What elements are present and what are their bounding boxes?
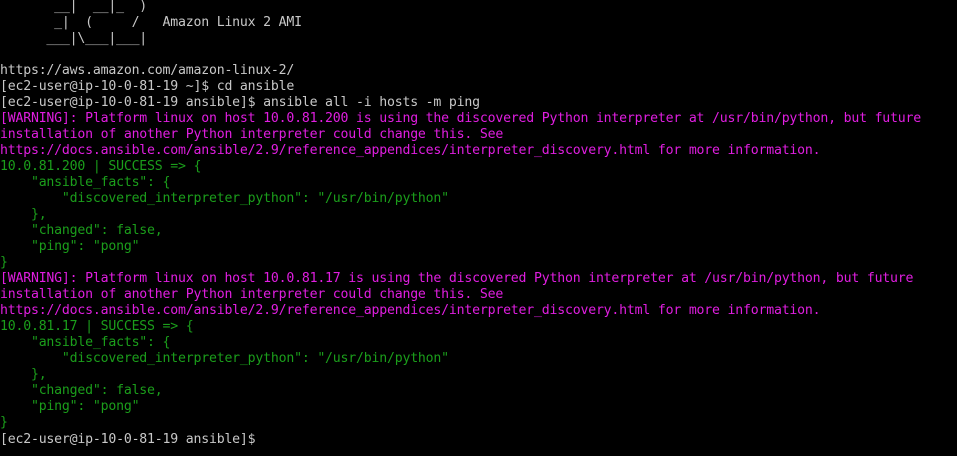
success-output-line: } [0, 415, 8, 430]
warning-line: https://docs.ansible.com/ansible/2.9/ref… [0, 143, 821, 158]
success-output-line: "changed": false, [0, 223, 163, 238]
command-line-ansible-ping: [ec2-user@ip-10-0-81-19 ansible]$ ansibl… [0, 95, 480, 110]
command-line-cd: [ec2-user@ip-10-0-81-19 ~]$ cd ansible [0, 79, 295, 94]
success-header-line: 10.0.81.200 | SUCCESS => { [0, 159, 202, 174]
success-output-line: }, [0, 207, 47, 222]
warning-line: installation of another Python interpret… [0, 287, 504, 302]
motd-banner-line: __| __|_ ) [0, 0, 148, 14]
warning-line: installation of another Python interpret… [0, 127, 504, 142]
terminal-window[interactable]: __| __|_ ) _| ( / Amazon Linux 2 AMI ___… [0, 0, 957, 456]
success-output-line: "ansible_facts": { [0, 175, 171, 190]
motd-banner-line: ___|\___|___| [0, 31, 148, 46]
motd-url-line: https://aws.amazon.com/amazon-linux-2/ [0, 63, 295, 78]
text-cursor [264, 431, 271, 445]
terminal-output: __| __|_ ) _| ( / Amazon Linux 2 AMI ___… [0, 0, 957, 447]
success-output-line: "ping": "pong" [0, 399, 140, 414]
success-output-line: "discovered_interpreter_python": "/usr/b… [0, 351, 449, 366]
warning-line: [WARNING]: Platform linux on host 10.0.8… [0, 111, 922, 126]
success-output-line: "discovered_interpreter_python": "/usr/b… [0, 191, 449, 206]
prompt-text: [ec2-user@ip-10-0-81-19 ansible]$ [0, 432, 264, 447]
success-output-line: "ansible_facts": { [0, 335, 171, 350]
warning-line: https://docs.ansible.com/ansible/2.9/ref… [0, 303, 821, 318]
motd-banner-line: _| ( / Amazon Linux 2 AMI [0, 15, 302, 30]
success-header-line: 10.0.81.17 | SUCCESS => { [0, 319, 194, 334]
success-output-line: "changed": false, [0, 383, 163, 398]
warning-line: [WARNING]: Platform linux on host 10.0.8… [0, 271, 914, 286]
success-output-line: } [0, 255, 8, 270]
success-output-line: "ping": "pong" [0, 239, 140, 254]
success-output-line: }, [0, 367, 47, 382]
current-prompt-line[interactable]: [ec2-user@ip-10-0-81-19 ansible]$ [0, 431, 957, 447]
